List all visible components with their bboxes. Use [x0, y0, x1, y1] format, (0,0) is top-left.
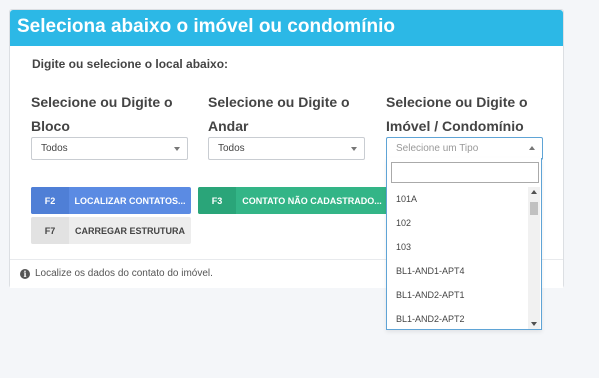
f3-key-label: F3 [198, 187, 236, 214]
chevron-down-icon [174, 147, 180, 151]
bloco-select-value: Todos [41, 143, 68, 154]
chevron-down-icon [351, 147, 357, 151]
dropdown-search-input[interactable] [391, 162, 539, 183]
f2-key-label: F2 [31, 187, 69, 214]
dropdown-option[interactable]: BL1-AND2-APT2 [387, 307, 530, 331]
localizar-contatos-button[interactable]: F2 LOCALIZAR CONTATOS... [31, 187, 191, 214]
footer-text: Localize os dados do contato do imóvel. [35, 268, 213, 279]
imovel-select-placeholder: Selecione um Tipo [396, 143, 479, 154]
scrollbar-thumb[interactable] [530, 202, 538, 215]
bloco-label: Selecione ou Digite o Bloco [31, 94, 173, 134]
imovel-label: Selecione ou Digite o Imóvel / Condomíni… [386, 94, 528, 134]
scroll-up-arrow-icon[interactable] [531, 190, 537, 194]
panel-title: Seleciona abaixo o imóvel ou condomínio [17, 16, 395, 37]
andar-label: Selecione ou Digite o Andar [208, 94, 350, 134]
panel-subtitle: Digite ou selecione o local abaixo: [32, 57, 229, 71]
dropdown-options-list: 101A 102 103 BL1-AND1-APT4 BL1-AND2-APT1… [387, 187, 530, 331]
dropdown-option[interactable]: 102 [387, 211, 530, 235]
dropdown-option[interactable]: BL1-AND2-APT1 [387, 283, 530, 307]
scroll-down-arrow-icon[interactable] [531, 322, 537, 326]
imovel-dropdown: 101A 102 103 BL1-AND1-APT4 BL1-AND2-APT1… [386, 158, 542, 330]
panel-header: Seleciona abaixo o imóvel ou condomínio [10, 10, 563, 46]
localizar-contatos-label: LOCALIZAR CONTATOS... [74, 195, 186, 206]
bloco-select[interactable]: Todos [31, 137, 188, 160]
contato-nao-cadastrado-label: CONTATO NÃO CADASTRADO... [242, 195, 382, 206]
dropdown-option[interactable]: 101A [387, 187, 530, 211]
carregar-estrutura-button[interactable]: F7 CARREGAR ESTRUTURA [31, 217, 191, 244]
f7-key-label: F7 [31, 217, 69, 244]
chevron-up-icon [529, 146, 535, 150]
dropdown-option[interactable]: BL1-AND1-APT4 [387, 259, 530, 283]
andar-select-value: Todos [218, 143, 245, 154]
info-icon: i [20, 269, 30, 279]
dropdown-option[interactable]: 103 [387, 235, 530, 259]
imovel-select[interactable]: Selecione um Tipo [386, 137, 543, 160]
contato-nao-cadastrado-button[interactable]: F3 CONTATO NÃO CADASTRADO... [198, 187, 388, 214]
carregar-estrutura-label: CARREGAR ESTRUTURA [75, 225, 185, 236]
dropdown-scrollbar[interactable] [528, 187, 540, 329]
andar-select[interactable]: Todos [208, 137, 365, 160]
